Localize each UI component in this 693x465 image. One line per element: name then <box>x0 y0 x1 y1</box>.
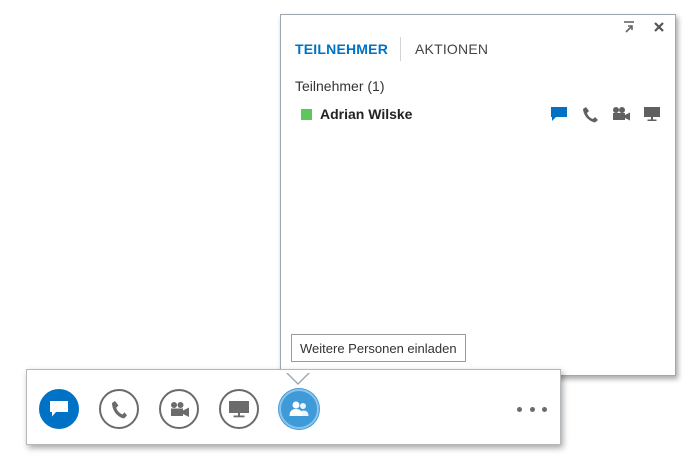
more-options-button[interactable] <box>517 401 547 417</box>
chat-icon <box>50 401 68 417</box>
phone-icon <box>583 106 598 122</box>
participant-video-button[interactable] <box>610 104 632 124</box>
video-camera-icon <box>613 107 630 121</box>
im-button[interactable] <box>39 389 79 429</box>
tab-actions[interactable]: AKTIONEN <box>415 37 488 61</box>
participant-chat-button[interactable] <box>548 104 570 124</box>
video-button[interactable] <box>159 389 199 429</box>
call-button[interactable] <box>99 389 139 429</box>
participant-call-button[interactable] <box>579 104 601 124</box>
screen-share-icon <box>644 107 660 121</box>
video-camera-icon <box>171 401 189 417</box>
presence-indicator <box>301 108 312 120</box>
invite-more-people-tooltip: Weitere Personen einladen <box>291 334 466 362</box>
chat-icon <box>551 107 567 121</box>
participant-screen-share-button[interactable] <box>641 104 663 124</box>
tab-participants[interactable]: TEILNEHMER <box>295 37 388 61</box>
participants-panel: TEILNEHMER AKTIONEN Teilnehmer (1) Adria… <box>280 14 676 376</box>
panel-tabs: TEILNEHMER AKTIONEN <box>295 37 488 61</box>
screen-share-icon <box>229 401 249 418</box>
participant-row[interactable]: Adrian Wilske <box>295 103 663 125</box>
people-icon <box>289 401 309 416</box>
close-icon <box>654 22 664 32</box>
tab-divider <box>400 37 401 61</box>
participant-actions <box>539 104 663 124</box>
phone-icon <box>112 400 127 418</box>
screen-share-button[interactable] <box>219 389 259 429</box>
popout-icon <box>624 21 634 33</box>
popout-button[interactable] <box>621 19 637 35</box>
participants-section-header: Teilnehmer (1) <box>295 78 385 94</box>
close-button[interactable] <box>651 19 667 35</box>
participants-button[interactable] <box>279 389 319 429</box>
participant-name: Adrian Wilske <box>320 106 413 122</box>
more-options-icon <box>517 406 547 412</box>
tooltip-pointer <box>286 372 310 385</box>
